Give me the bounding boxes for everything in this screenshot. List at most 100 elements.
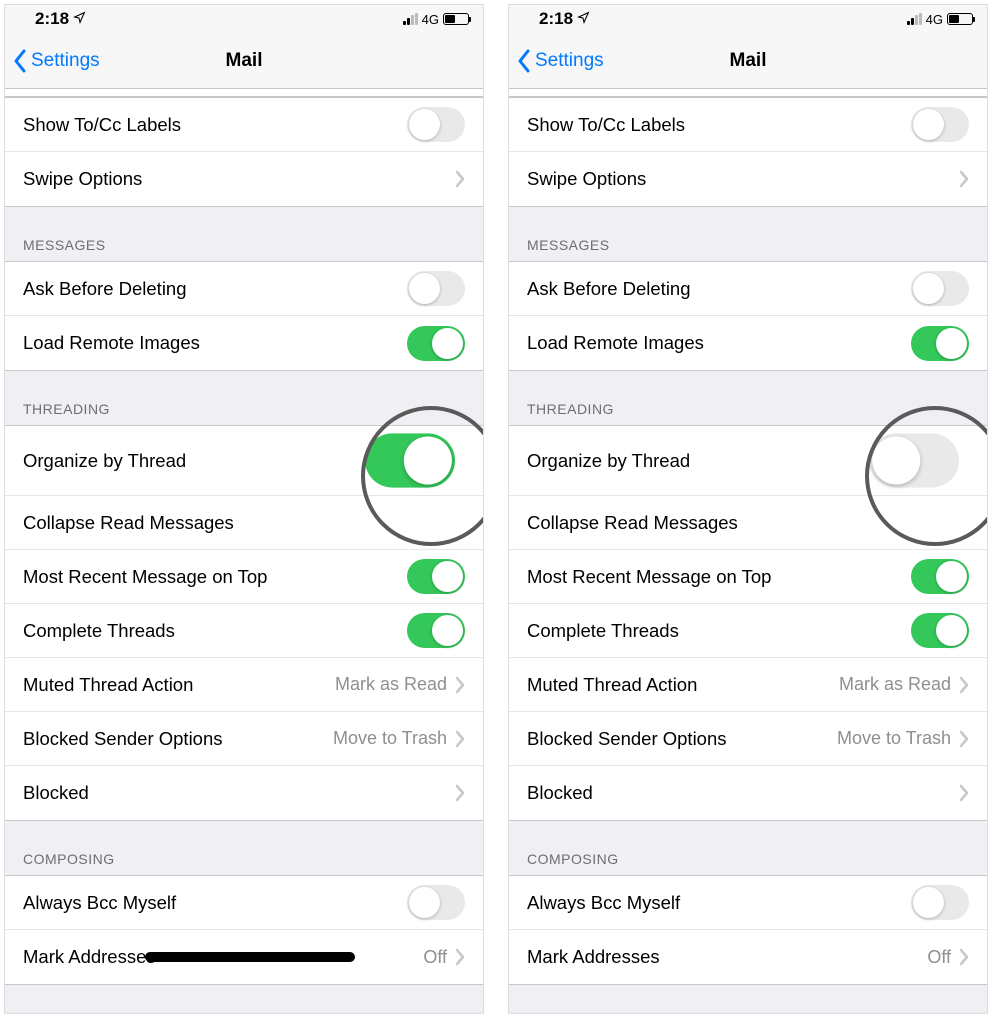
row-mark-addresses[interactable]: Mark Addresses Off: [509, 930, 987, 984]
row-label: Show To/Cc Labels: [23, 114, 181, 136]
row-blocked-sender-options[interactable]: Blocked Sender Options Move to Trash: [509, 712, 987, 766]
phone-screenshot-right: 2:18 4G Settings Mail Show To/Cc Labels …: [508, 4, 988, 1014]
back-label: Settings: [31, 50, 100, 72]
chevron-right-icon: [455, 170, 465, 188]
network-label: 4G: [422, 12, 439, 27]
toggle-show-to-cc[interactable]: [407, 107, 465, 142]
location-icon: [73, 11, 86, 27]
chevron-right-icon: [959, 730, 969, 748]
row-most-recent-on-top[interactable]: Most Recent Message on Top: [5, 550, 483, 604]
section-header-threading: THREADING: [509, 371, 987, 425]
section-header-messages: MESSAGES: [5, 207, 483, 261]
row-label: Load Remote Images: [23, 332, 200, 354]
toggle-show-to-cc[interactable]: [911, 107, 969, 142]
toggle-most-recent-on-top[interactable]: [911, 559, 969, 594]
row-label: Collapse Read Messages: [23, 512, 234, 534]
row-muted-thread-action[interactable]: Muted Thread Action Mark as Read: [509, 658, 987, 712]
phone-screenshot-left: 2:18 4G Settings Mail Show To/Cc Labels …: [4, 4, 484, 1014]
page-title: Mail: [730, 50, 767, 72]
row-label: Blocked Sender Options: [527, 728, 727, 750]
row-complete-threads[interactable]: Complete Threads: [5, 604, 483, 658]
row-swipe-options[interactable]: Swipe Options: [5, 152, 483, 206]
row-ask-before-deleting[interactable]: Ask Before Deleting: [5, 262, 483, 316]
chevron-right-icon: [455, 948, 465, 966]
battery-icon: [443, 13, 469, 25]
row-label: Organize by Thread: [23, 450, 186, 472]
chevron-right-icon: [455, 730, 465, 748]
chevron-right-icon: [959, 170, 969, 188]
toggle-load-remote-images[interactable]: [911, 326, 969, 361]
page-title: Mail: [226, 50, 263, 72]
chevron-right-icon: [959, 676, 969, 694]
row-always-bcc-myself[interactable]: Always Bcc Myself: [5, 876, 483, 930]
row-detail: Mark as Read: [839, 674, 951, 695]
row-label: Organize by Thread: [527, 450, 690, 472]
row-detail: Move to Trash: [837, 728, 951, 749]
row-show-to-cc[interactable]: Show To/Cc Labels: [5, 98, 483, 152]
row-organize-by-thread[interactable]: Organize by Thread: [5, 426, 483, 496]
row-load-remote-images[interactable]: Load Remote Images: [509, 316, 987, 370]
toggle-ask-before-deleting[interactable]: [407, 271, 465, 306]
status-bar: 2:18 4G: [5, 5, 483, 33]
network-label: 4G: [926, 12, 943, 27]
row-label: Always Bcc Myself: [527, 892, 680, 914]
row-organize-by-thread[interactable]: Organize by Thread: [509, 426, 987, 496]
toggle-always-bcc-myself[interactable]: [407, 885, 465, 920]
section-header-composing: COMPOSING: [509, 821, 987, 875]
row-label: Complete Threads: [23, 620, 175, 642]
chevron-right-icon: [959, 948, 969, 966]
toggle-most-recent-on-top[interactable]: [407, 559, 465, 594]
row-label: Blocked Sender Options: [23, 728, 223, 750]
row-complete-threads[interactable]: Complete Threads: [509, 604, 987, 658]
row-collapse-read-messages[interactable]: Collapse Read Messages: [509, 496, 987, 550]
row-label: Swipe Options: [23, 168, 142, 190]
nav-bar: Settings Mail: [5, 33, 483, 89]
row-label: Muted Thread Action: [23, 674, 193, 696]
back-label: Settings: [535, 50, 604, 72]
row-label: Blocked: [23, 782, 89, 804]
status-time: 2:18: [539, 9, 573, 29]
row-most-recent-on-top[interactable]: Most Recent Message on Top: [509, 550, 987, 604]
row-blocked[interactable]: Blocked: [5, 766, 483, 820]
signal-icon: [403, 13, 418, 25]
toggle-organize-by-thread[interactable]: [365, 433, 455, 487]
row-detail: Mark as Read: [335, 674, 447, 695]
battery-icon: [947, 13, 973, 25]
row-collapse-read-messages[interactable]: Collapse Read Messages: [5, 496, 483, 550]
row-mark-addresses[interactable]: Mark Addresses Off: [5, 930, 483, 984]
row-always-bcc-myself[interactable]: Always Bcc Myself: [509, 876, 987, 930]
row-label: Show To/Cc Labels: [527, 114, 685, 136]
toggle-ask-before-deleting[interactable]: [911, 271, 969, 306]
row-load-remote-images[interactable]: Load Remote Images: [5, 316, 483, 370]
settings-scroll[interactable]: Show To/Cc Labels Swipe Options MESSAGES…: [509, 89, 987, 1013]
row-label: Blocked: [527, 782, 593, 804]
redaction-bar: [145, 952, 355, 962]
toggle-load-remote-images[interactable]: [407, 326, 465, 361]
row-label: Most Recent Message on Top: [23, 566, 267, 588]
row-detail: Move to Trash: [333, 728, 447, 749]
row-muted-thread-action[interactable]: Muted Thread Action Mark as Read: [5, 658, 483, 712]
row-label: Swipe Options: [527, 168, 646, 190]
row-label: Complete Threads: [527, 620, 679, 642]
row-label: Ask Before Deleting: [23, 278, 187, 300]
back-button[interactable]: Settings: [509, 49, 604, 73]
chevron-right-icon: [959, 784, 969, 802]
row-swipe-options[interactable]: Swipe Options: [509, 152, 987, 206]
toggle-organize-by-thread[interactable]: [869, 433, 959, 487]
row-blocked-sender-options[interactable]: Blocked Sender Options Move to Trash: [5, 712, 483, 766]
toggle-complete-threads[interactable]: [407, 613, 465, 648]
row-label: Most Recent Message on Top: [527, 566, 771, 588]
row-ask-before-deleting[interactable]: Ask Before Deleting: [509, 262, 987, 316]
status-time: 2:18: [35, 9, 69, 29]
row-label: Always Bcc Myself: [23, 892, 176, 914]
toggle-always-bcc-myself[interactable]: [911, 885, 969, 920]
settings-scroll[interactable]: Show To/Cc Labels Swipe Options MESSAGES…: [5, 89, 483, 1013]
row-blocked[interactable]: Blocked: [509, 766, 987, 820]
row-show-to-cc[interactable]: Show To/Cc Labels: [509, 98, 987, 152]
row-label: Mark Addresses: [23, 946, 156, 968]
row-label: Muted Thread Action: [527, 674, 697, 696]
row-detail: Off: [927, 947, 951, 968]
toggle-complete-threads[interactable]: [911, 613, 969, 648]
section-header-composing: COMPOSING: [5, 821, 483, 875]
back-button[interactable]: Settings: [5, 49, 100, 73]
